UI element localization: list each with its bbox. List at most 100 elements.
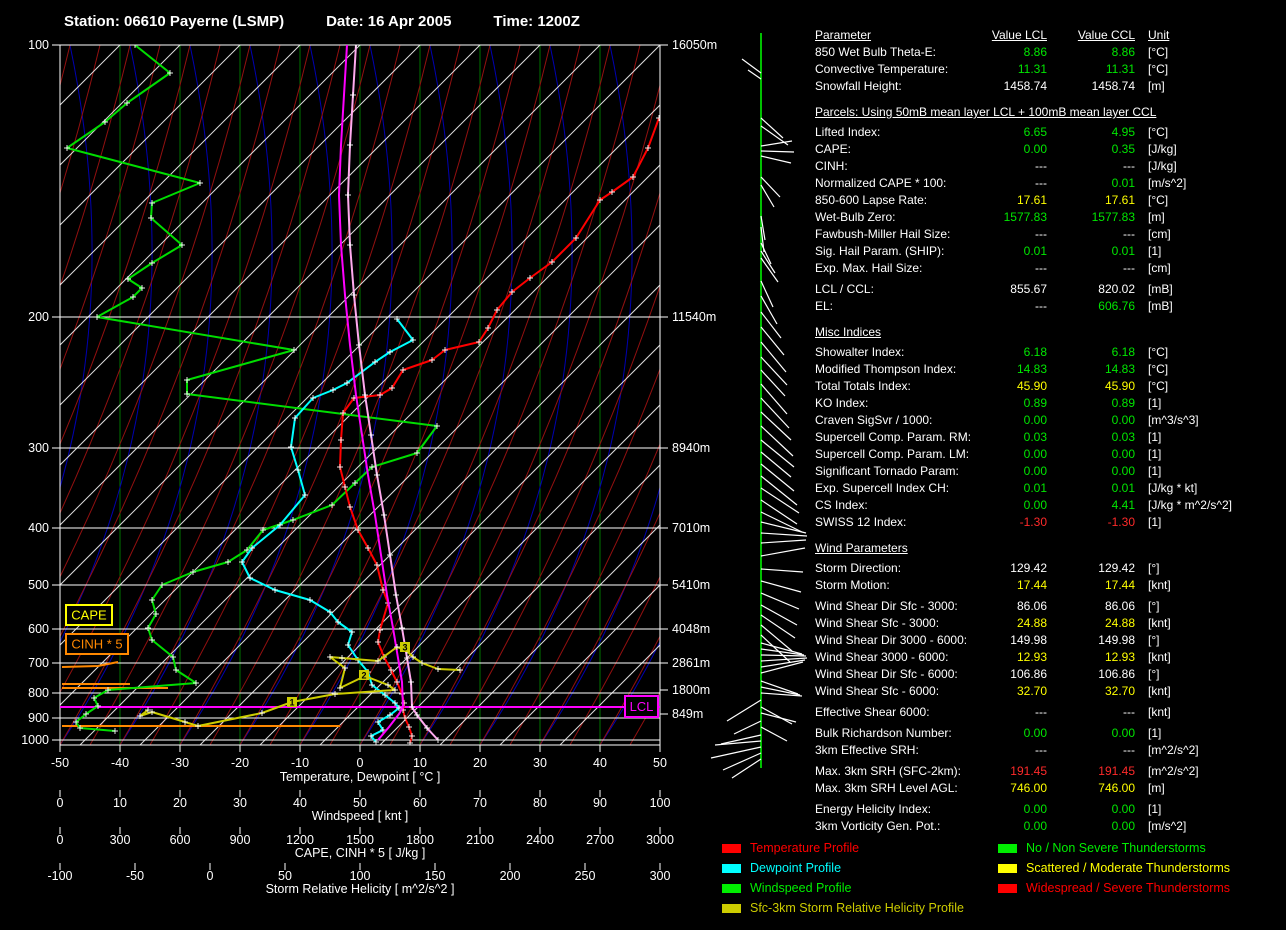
unit-label: [mB] xyxy=(1148,298,1173,315)
axis-tick-label: 90 xyxy=(593,796,607,810)
unit-label: [1] xyxy=(1148,801,1161,818)
wind-barb xyxy=(761,707,792,724)
axis-tick-label: 40 xyxy=(593,756,607,770)
axis-tick-label: 1200 xyxy=(286,833,314,847)
parcel-trace-pink xyxy=(348,45,438,740)
pressure-tick-label: 300 xyxy=(28,441,49,455)
param-label: Total Totals Index: xyxy=(815,378,985,395)
unit-label: [cm] xyxy=(1148,226,1171,243)
svg-text:2: 2 xyxy=(361,671,366,681)
axis-title: Storm Relative Helicity [ m^2/s^2 ] xyxy=(266,882,455,896)
unit-label: [°] xyxy=(1148,560,1159,577)
param-label: LCL / CCL: xyxy=(815,281,985,298)
axis-tick-label: 0 xyxy=(57,796,64,810)
temperature-profile-markers xyxy=(337,115,662,746)
column-header: Value LCL xyxy=(985,27,1047,44)
value-ccl: 149.98 xyxy=(1047,632,1135,649)
column-header: Unit xyxy=(1148,27,1169,44)
value-ccl: 746.00 xyxy=(1047,780,1135,797)
pressure-tick-label: 900 xyxy=(28,711,49,725)
legend-swatch xyxy=(722,884,741,893)
value-lcl: --- xyxy=(985,175,1047,192)
legend-label: Windspeed Profile xyxy=(750,881,851,895)
axis-tick-label: 1500 xyxy=(346,833,374,847)
wind-barb xyxy=(761,635,790,662)
value-ccl: 11.31 xyxy=(1047,61,1135,78)
value-lcl: 32.70 xyxy=(985,683,1047,700)
dewpoint-profile xyxy=(242,319,413,742)
table-header-row: ParameterValue LCLValue CCLUnit xyxy=(815,27,1232,44)
table-row: Exp. Supercell Index CH:0.010.01[J/kg * … xyxy=(815,480,1232,497)
unit-label: [knt] xyxy=(1148,615,1171,632)
value-ccl: 14.83 xyxy=(1047,361,1135,378)
param-label: Snowfall Height: xyxy=(815,78,985,95)
wind-barb xyxy=(742,59,761,73)
value-lcl: 746.00 xyxy=(985,780,1047,797)
axis-tick-label: 0 xyxy=(357,756,364,770)
unit-label: [J/kg] xyxy=(1148,158,1177,175)
value-ccl: 8.86 xyxy=(1047,44,1135,61)
param-label: Craven SigSvr / 1000: xyxy=(815,412,985,429)
param-label: Supercell Comp. Param. LM: xyxy=(815,446,985,463)
param-label: 3km Vorticity Gen. Pot.: xyxy=(815,818,985,835)
param-label: Wind Shear Dir 3000 - 6000: xyxy=(815,632,985,649)
value-ccl: --- xyxy=(1047,158,1135,175)
legend-swatch xyxy=(998,884,1017,893)
param-label: Exp. Supercell Index CH: xyxy=(815,480,985,497)
unit-label: [°C] xyxy=(1148,361,1168,378)
unit-label: [m^2/s^2] xyxy=(1148,742,1199,759)
param-label: CINH: xyxy=(815,158,985,175)
table-row: Significant Tornado Param:0.000.00[1] xyxy=(815,463,1232,480)
param-label: Wind Shear Dir Sfc - 6000: xyxy=(815,666,985,683)
pressure-tick-label: 800 xyxy=(28,686,49,700)
table-row: Exp. Max. Hail Size:------[cm] xyxy=(815,260,1232,277)
param-label: Significant Tornado Param: xyxy=(815,463,985,480)
legend-item: Widespread / Severe Thunderstorms xyxy=(998,878,1230,898)
table-row: 850 Wet Bulb Theta-E:8.868.86[°C] xyxy=(815,44,1232,61)
pressure-tick-label: 100 xyxy=(28,38,49,52)
param-label: Wind Shear 3000 - 6000: xyxy=(815,649,985,666)
axis-tick-label: 30 xyxy=(533,756,547,770)
legend-label: Sfc-3km Storm Relative Helicity Profile xyxy=(750,901,964,915)
bottom-axis-3: -100-50050100150200250300Storm Relative … xyxy=(47,863,670,896)
table-row: Normalized CAPE * 100:---0.01[m/s^2] xyxy=(815,175,1232,192)
height-label: 2861m xyxy=(672,656,710,670)
value-ccl: 45.90 xyxy=(1047,378,1135,395)
value-ccl: --- xyxy=(1047,742,1135,759)
wind-barb xyxy=(761,398,789,428)
bottom-axis-1: 0102030405060708090100Windspeed [ knt ] xyxy=(57,790,671,823)
height-label: 11540m xyxy=(672,310,716,324)
value-lcl: 106.86 xyxy=(985,666,1047,683)
unit-label: [m/s^2] xyxy=(1148,818,1186,835)
value-lcl: 0.03 xyxy=(985,429,1047,446)
value-lcl: 1458.74 xyxy=(985,78,1047,95)
value-ccl: --- xyxy=(1047,226,1135,243)
param-label: Supercell Comp. Param. RM: xyxy=(815,429,985,446)
value-lcl: 14.83 xyxy=(985,361,1047,378)
wind-barb xyxy=(761,464,794,491)
height-label: 16050m xyxy=(672,38,717,52)
unit-label: [1] xyxy=(1148,463,1161,480)
axis-tick-label: 300 xyxy=(650,869,671,883)
axis-tick-label: 20 xyxy=(173,796,187,810)
legend-label: Temperature Profile xyxy=(750,841,859,855)
axis-tick-label: 2700 xyxy=(586,833,614,847)
section-heading: Wind Parameters xyxy=(815,540,1232,556)
wind-barb xyxy=(727,700,761,721)
wind-barb xyxy=(761,151,794,152)
table-row: EL:---606.76[mB] xyxy=(815,298,1232,315)
table-row: Modified Thompson Index:14.8314.83[°C] xyxy=(815,361,1232,378)
param-label: Max. 3km SRH (SFC-2km): xyxy=(815,763,985,780)
unit-label: [J/kg * m^2/s^2] xyxy=(1148,497,1232,514)
value-ccl: --- xyxy=(1047,260,1135,277)
wind-barb xyxy=(723,753,761,770)
value-lcl: 149.98 xyxy=(985,632,1047,649)
axis-title: CAPE, CINH * 5 [ J/kg ] xyxy=(295,846,426,860)
value-lcl: 0.01 xyxy=(985,243,1047,260)
value-ccl: 6.18 xyxy=(1047,344,1135,361)
value-lcl: 6.18 xyxy=(985,344,1047,361)
axis-tick-label: 0 xyxy=(207,869,214,883)
axis-tick-label: -40 xyxy=(111,756,129,770)
param-label: Fawbush-Miller Hail Size: xyxy=(815,226,985,243)
value-lcl: 12.93 xyxy=(985,649,1047,666)
